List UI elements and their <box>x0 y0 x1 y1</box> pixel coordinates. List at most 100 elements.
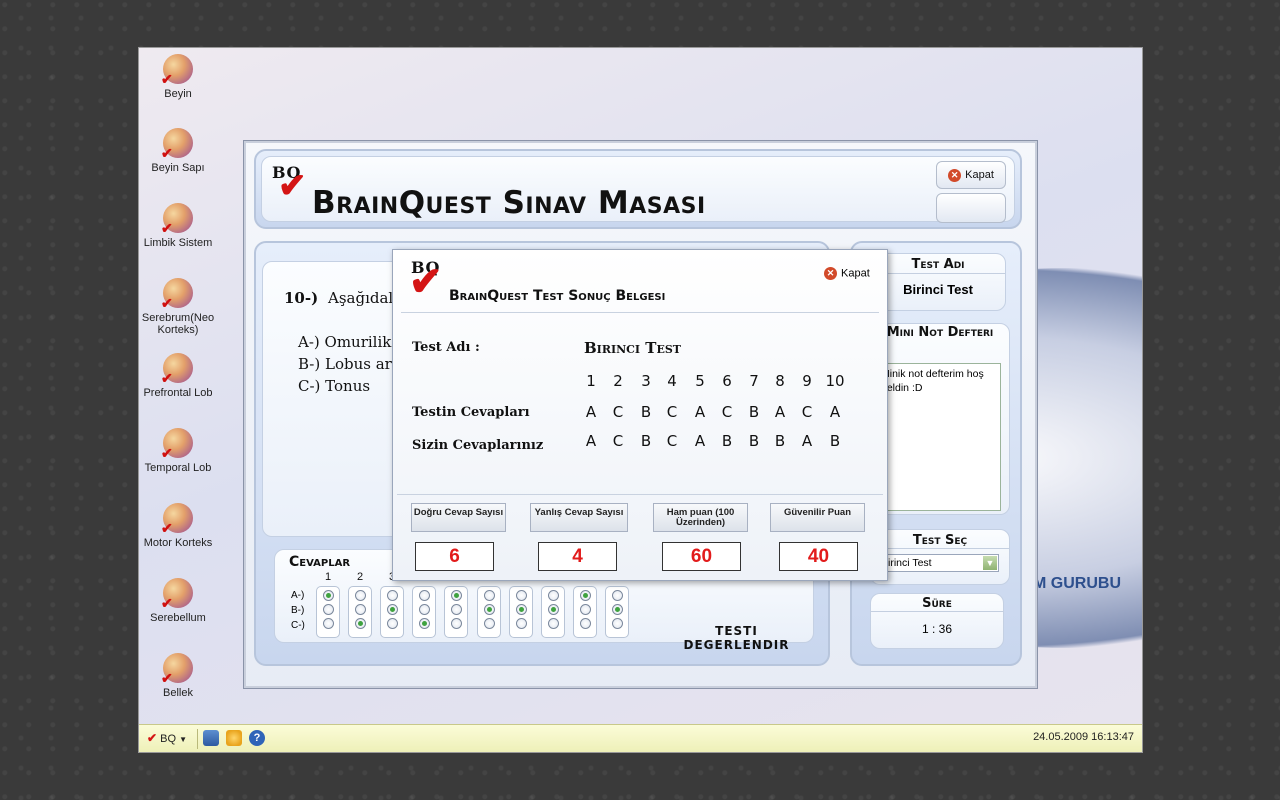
desktop-icon-beyin-sapi[interactable]: Beyin Sapı <box>139 128 219 174</box>
chevron-down-icon[interactable]: ▼ <box>983 556 997 570</box>
brain-icon <box>161 503 193 537</box>
answer-column <box>541 586 565 638</box>
start-menu-label: BQ <box>160 733 177 745</box>
option-c[interactable]: C-) Tonus <box>298 377 370 395</box>
answer-column <box>605 586 629 638</box>
answer-radio-a[interactable] <box>611 590 623 601</box>
desktop-icon-serebrum[interactable]: Serebrum(Neo Korteks) <box>139 278 219 336</box>
question-number-cell: 7 <box>749 372 759 390</box>
time-value: 1 : 36 <box>921 622 953 636</box>
dialog-kapat-button[interactable]: ✕ Kapat <box>824 267 870 280</box>
answer-radio-c[interactable] <box>515 618 527 629</box>
your-answer-cell: B <box>721 432 733 450</box>
answer-radio-b[interactable] <box>611 604 623 615</box>
answer-radio-b[interactable] <box>450 604 462 615</box>
notebook-textarea[interactable]: Minik not defterim hoş geldin :D <box>877 363 1001 511</box>
correct-answer-cell: B <box>640 403 652 421</box>
header-panel: BQ ✔ BrainQuest Sınav Masası ✕ Kapat <box>254 149 1022 229</box>
answer-radio-b[interactable] <box>483 604 495 615</box>
answer-radio-c[interactable] <box>547 618 559 629</box>
answer-radio-b[interactable] <box>547 604 559 615</box>
desktop-icon-label: Beyin Sapı <box>151 162 205 174</box>
answer-radio-b[interactable] <box>515 604 527 615</box>
test-select-value: Birinci Test <box>881 557 932 569</box>
desktop-icon-label: Prefrontal Lob <box>143 387 213 399</box>
answer-radio-a[interactable] <box>386 590 398 601</box>
question-number-cell: 3 <box>641 372 651 390</box>
desktop-icon-label: Temporal Lob <box>144 462 212 474</box>
desktop-icon-label: Beyin <box>164 88 192 100</box>
stat-label-button[interactable]: Ham puan (100 Üzerinden) <box>653 503 748 532</box>
answer-radio-a[interactable] <box>547 590 559 601</box>
desktop-icon-temporal-lob[interactable]: Temporal Lob <box>139 428 219 474</box>
desktop-icon-bellek[interactable]: Bellek <box>139 653 219 699</box>
answer-column-number: 2 <box>356 571 364 583</box>
correct-answer-cell: A <box>585 403 597 421</box>
answer-column-number: 1 <box>324 571 332 583</box>
answer-radio-a[interactable] <box>322 590 334 601</box>
close-icon: ✕ <box>948 168 962 182</box>
answer-radio-b[interactable] <box>386 604 398 615</box>
magnifier-icon[interactable] <box>226 730 242 746</box>
notebook-title: Mini Not Defteri <box>886 325 994 340</box>
answer-radio-a[interactable] <box>418 590 430 601</box>
your-answer-cell: B <box>640 432 652 450</box>
correct-answers-label: Testin Cevapları <box>412 405 530 420</box>
answer-radio-c[interactable] <box>450 618 462 629</box>
desktop-icon-beyin[interactable]: Beyin <box>139 54 219 100</box>
stat-label-button[interactable]: Yanlış Cevap Sayısı <box>530 503 628 532</box>
time-title: Süre <box>871 596 1003 612</box>
desktop-icon-serebellum[interactable]: Serebellum <box>139 578 219 624</box>
option-a[interactable]: A-) Omurilik <box>298 333 391 351</box>
question-number-cell: 9 <box>802 372 812 390</box>
answer-radio-c[interactable] <box>611 618 623 629</box>
answer-column <box>348 586 372 638</box>
caret-down-icon: ▼ <box>179 735 188 744</box>
answer-radio-c[interactable] <box>483 618 495 629</box>
clock: 24.05.2009 16:13:47 <box>1033 731 1134 743</box>
stat-label-button[interactable]: Doğru Cevap Sayısı <box>411 503 506 532</box>
answer-radio-b[interactable] <box>354 604 366 615</box>
answer-radio-c[interactable] <box>418 618 430 629</box>
correct-answer-cell: A <box>694 403 706 421</box>
blank-button[interactable] <box>936 193 1006 223</box>
desktop-icon-limbik-sistem[interactable]: Limbik Sistem <box>139 203 219 249</box>
answer-radio-c[interactable] <box>322 618 334 629</box>
option-b[interactable]: B-) Lobus ar <box>298 355 392 373</box>
answer-radio-c[interactable] <box>386 618 398 629</box>
help-icon[interactable]: ? <box>249 730 265 746</box>
evaluate-button[interactable]: TESTI DEGERLENDIR <box>660 624 813 652</box>
start-menu-button[interactable]: ✔ BQ ▼ <box>147 731 187 745</box>
answer-radio-b[interactable] <box>322 604 334 615</box>
answer-radio-a[interactable] <box>450 590 462 601</box>
your-answers-label: Sizin Cevaplarınız <box>412 438 544 453</box>
answer-radio-a[interactable] <box>354 590 366 601</box>
brain-icon <box>161 653 193 687</box>
taskbar: ✔ BQ ▼ ? 24.05.2009 16:13:47 <box>139 724 1142 752</box>
correct-answer-cell: A <box>774 403 786 421</box>
answer-radio-b[interactable] <box>418 604 430 615</box>
answer-radio-b[interactable] <box>579 604 591 615</box>
test-select-dropdown[interactable]: Birinci Test ▼ <box>877 554 999 572</box>
answer-radio-c[interactable] <box>579 618 591 629</box>
your-answer-cell: B <box>774 432 786 450</box>
stat-value: 40 <box>779 542 858 571</box>
question-number-cell: 2 <box>613 372 623 390</box>
desktop-icon-label: Motor Korteks <box>143 537 213 549</box>
book-icon[interactable] <box>203 730 219 746</box>
answer-radio-a[interactable] <box>483 590 495 601</box>
answer-radio-a[interactable] <box>579 590 591 601</box>
app-title: BrainQuest Sınav Masası <box>312 185 706 221</box>
desktop-icon-motor-korteks[interactable]: Motor Korteks <box>139 503 219 549</box>
correct-answer-cell: B <box>748 403 760 421</box>
stat-label-button[interactable]: Güvenilir Puan <box>770 503 865 532</box>
answer-radio-c[interactable] <box>354 618 366 629</box>
brain-icon <box>161 353 193 387</box>
test-name-value: Birinci Test <box>584 339 681 357</box>
question-text: Aşağıdal <box>328 289 394 307</box>
answer-radio-a[interactable] <box>515 590 527 601</box>
kapat-button[interactable]: ✕ Kapat <box>936 161 1006 189</box>
desktop-icon-prefrontal-lob[interactable]: Prefrontal Lob <box>139 353 219 399</box>
your-answer-cell: B <box>829 432 841 450</box>
answer-column <box>380 586 404 638</box>
